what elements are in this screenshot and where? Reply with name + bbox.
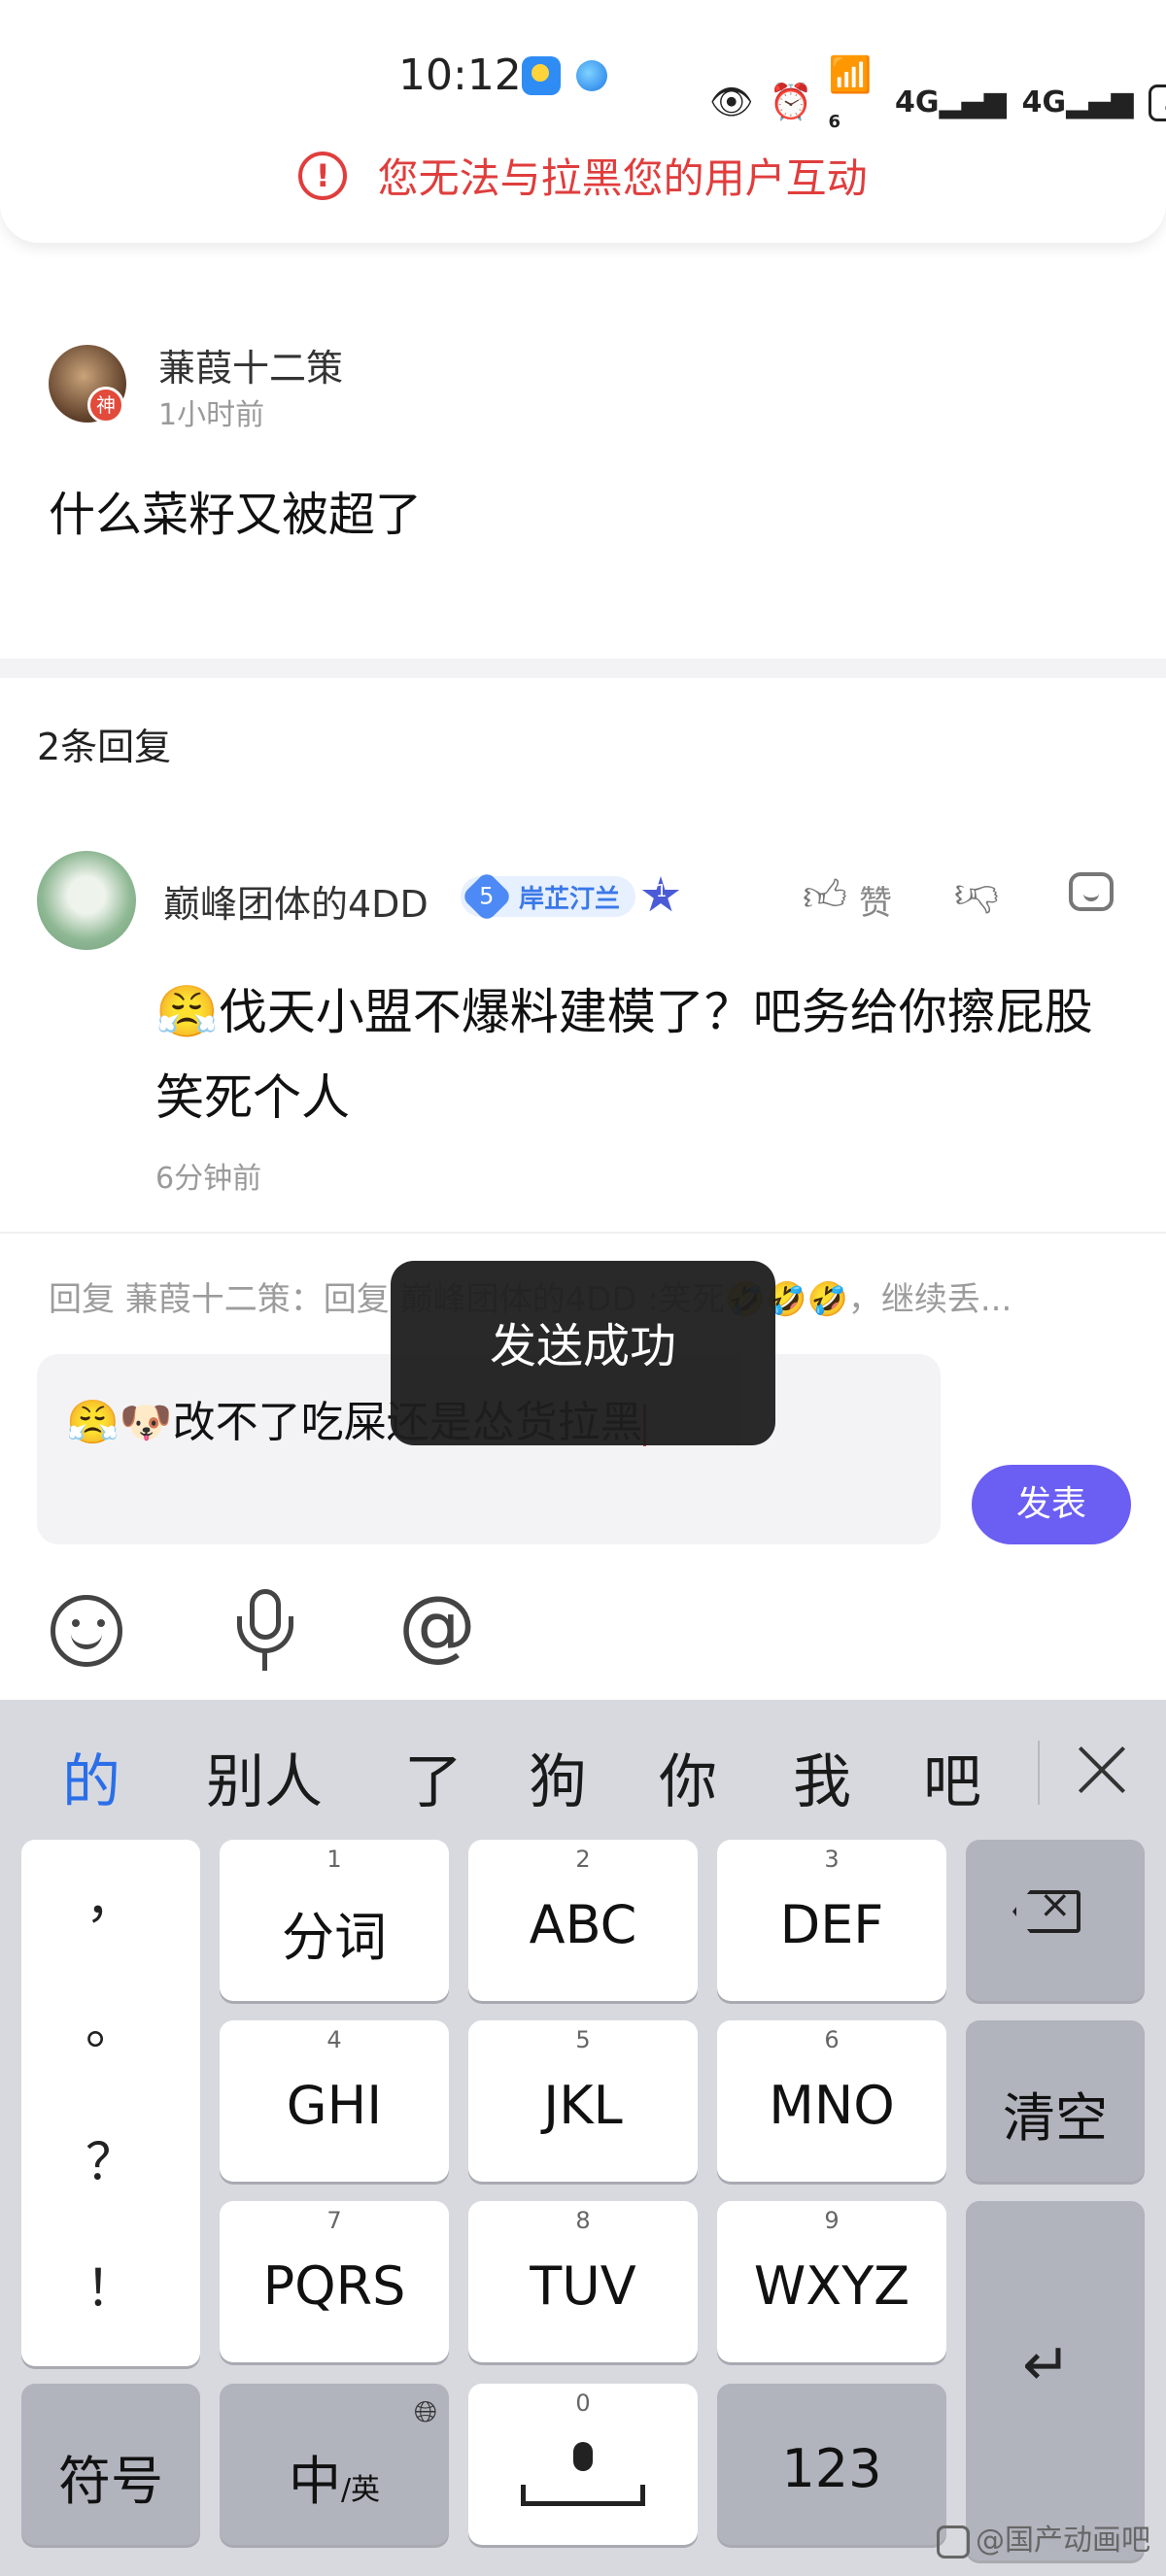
post-username[interactable]: 蒹葭十二策 [158, 338, 343, 391]
post-text: 什么菜籽又被超了 [49, 488, 423, 542]
candidate-item[interactable]: 的 [62, 1735, 120, 1819]
key-4[interactable]: 4 GHI [220, 2020, 449, 2182]
top-notice-card: 10:12 👁 ⏰ 📶6 4G▂▄▆ 4G▂▄▆ 59 ! 您无法与拉黑您的用户… [0, 0, 1166, 243]
candidate-item[interactable]: 吧 [923, 1735, 981, 1819]
punct-key[interactable]: ？ [21, 2121, 200, 2194]
mention-icon[interactable]: @ [398, 1581, 476, 1669]
punct-key[interactable]: ， [21, 1859, 200, 1932]
candidate-bar: 的 别人 了 狗 你 我 吧 [0, 1700, 1166, 1836]
toast-message: 发送成功 [391, 1261, 775, 1445]
key-3[interactable]: 3 DEF [717, 1840, 946, 2001]
key-8[interactable]: 8 TUV [468, 2201, 698, 2362]
emoji-icon[interactable] [51, 1595, 122, 1667]
god-badge: 神 [87, 387, 124, 424]
watermark: @国产动画吧 [937, 2516, 1150, 2559]
signal-4g-icon-2: 4G▂▄▆ [1021, 85, 1134, 119]
reply-text-body: 伐天小盟不爆料建模了？吧务给你擦屁股笑死个人 [155, 984, 1093, 1126]
key-6[interactable]: 6 MNO [717, 2020, 946, 2182]
level-badge: 5 岸芷汀兰 [461, 870, 636, 923]
reply-time: 6分钟前 [155, 1162, 262, 1196]
space-key[interactable]: 0 [468, 2384, 698, 2545]
microphone-icon[interactable] [231, 1589, 299, 1673]
alert-circle-icon: ! [298, 151, 348, 200]
punctuation-column[interactable]: ， 。 ？ ！ [21, 1840, 200, 2366]
clear-key[interactable]: 清空 [966, 2020, 1145, 2182]
comment-icon[interactable] [1069, 872, 1114, 911]
reply-user-avatar[interactable] [37, 851, 136, 950]
like-button-label[interactable]: 赞 [859, 876, 892, 924]
block-notice-text: 您无法与拉黑您的用户互动 [377, 154, 868, 202]
symbol-key[interactable]: 符号 [21, 2384, 200, 2545]
weather-app-icon [522, 56, 561, 95]
app-notification-icon [576, 60, 607, 91]
candidate-divider [1038, 1741, 1040, 1805]
number-key[interactable]: 123 [717, 2384, 946, 2545]
publish-button[interactable]: 发表 [972, 1465, 1131, 1544]
punct-key[interactable]: ！ [21, 2248, 200, 2321]
candidate-item[interactable]: 你 [659, 1735, 717, 1819]
enter-icon: ↵ [1022, 2331, 1072, 2399]
level-name: 岸芷汀兰 [519, 884, 621, 914]
enter-key[interactable]: ↵ [966, 2201, 1145, 2560]
candidate-item[interactable]: 了 [404, 1735, 463, 1819]
rank-number: 1 [656, 881, 668, 901]
thumbs-down-icon[interactable]: 👍︎ [954, 870, 999, 922]
status-bar: 10:12 👁 ⏰ 📶6 4G▂▄▆ 4G▂▄▆ 59 [0, 49, 1166, 132]
voice-input-icon [573, 2442, 593, 2471]
key-5[interactable]: 5 JKL [468, 2020, 698, 2182]
wifi-icon: 📶6 [828, 55, 873, 132]
block-notice: ! 您无法与拉黑您的用户互动 [0, 146, 1166, 205]
key-7[interactable]: 7 PQRS [220, 2201, 449, 2362]
punct-key[interactable]: 。 [21, 1985, 200, 2058]
key-9[interactable]: 9 WXYZ [717, 2201, 946, 2362]
candidate-item[interactable]: 狗 [529, 1735, 587, 1819]
signal-4g-icon: 4G▂▄▆ [894, 85, 1007, 119]
reply-username[interactable]: 巅峰团体的4DD [163, 874, 429, 928]
key-2[interactable]: 2 ABC [468, 1840, 698, 2001]
battery-icon: 59 [1149, 84, 1166, 121]
eye-icon: 👁 [709, 82, 754, 122]
section-divider [0, 659, 1166, 678]
space-icon [521, 2485, 645, 2506]
globe-icon: 🌐︎ [414, 2395, 437, 2429]
alarm-icon: ⏰ [769, 82, 813, 122]
ime-keyboard: 的 别人 了 狗 你 我 吧 ， 。 ？ ！ 1 分词 2 ABC 3 DEF × 4… [0, 1700, 1166, 2576]
post-time: 1小时前 [158, 398, 265, 432]
tieba-logo-icon [937, 2525, 970, 2559]
backspace-key[interactable]: × [966, 1840, 1145, 2001]
reply-text: 😤伐天小盟不爆料建模了？吧务给你擦屁股笑死个人 [155, 969, 1127, 1140]
thumbs-up-icon[interactable]: 👍︎ [803, 870, 847, 922]
candidate-item[interactable]: 我 [793, 1735, 851, 1819]
candidate-item[interactable]: 别人 [206, 1735, 323, 1819]
close-icon[interactable] [1075, 1743, 1129, 1797]
key-1[interactable]: 1 分词 [220, 1840, 449, 2001]
language-switch-key[interactable]: 🌐︎ 中/英 [220, 2384, 449, 2545]
reply-emoji: 😤 [155, 983, 219, 1041]
status-time: 10:12 [398, 51, 522, 100]
level-number: 5 [461, 870, 513, 923]
replies-header: 2条回复 [37, 726, 172, 768]
